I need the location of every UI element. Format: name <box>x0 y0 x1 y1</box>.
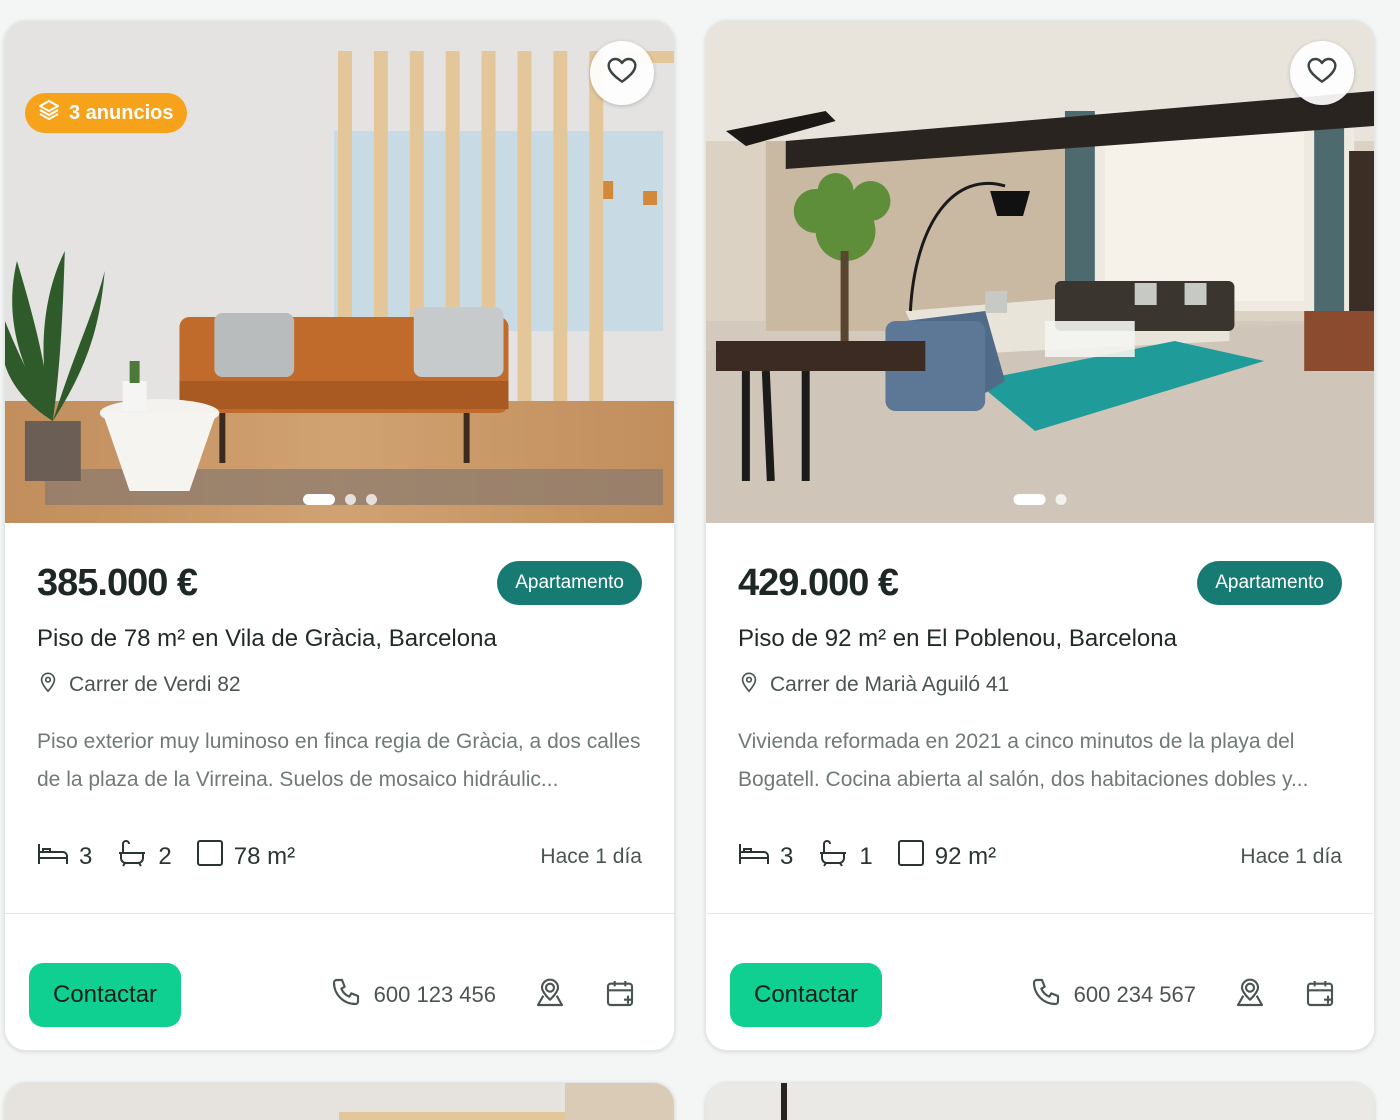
layers-icon <box>37 98 61 128</box>
heart-outline-icon <box>1306 55 1338 91</box>
card-footer: Contactar 600 123 456 <box>29 963 650 1027</box>
bathtub-icon <box>116 839 148 874</box>
favorite-button[interactable] <box>590 41 654 105</box>
phone-number: 600 234 567 <box>1073 982 1196 1007</box>
property-type-badge: Apartamento <box>1197 561 1342 605</box>
listing-description: Piso exterior muy luminoso en finca regi… <box>37 730 641 791</box>
bedrooms-count: 3 <box>780 842 794 870</box>
phone-number: 600 123 456 <box>373 982 496 1007</box>
listings-count-badge: 3 anuncios <box>25 93 188 133</box>
favorite-button[interactable] <box>1290 41 1354 105</box>
listing-card[interactable]: 3 anuncios 385.000 € Apartamento Piso de… <box>4 20 675 1051</box>
bedrooms-count: 3 <box>79 842 93 870</box>
bathrooms-count: 2 <box>158 842 172 870</box>
address-text: Carrer de Marià Aguiló 41 <box>770 673 1010 696</box>
view-on-map-button[interactable] <box>534 977 566 1013</box>
pagination-dot[interactable] <box>344 494 356 505</box>
pagination-dot[interactable] <box>1013 494 1046 505</box>
badge-label: 3 anuncios <box>69 101 174 124</box>
living-room-photo <box>706 21 1374 523</box>
listing-age: Hace 1 día <box>1240 844 1342 868</box>
area-feature: 92 m² <box>897 839 996 874</box>
square-icon <box>897 839 925 874</box>
bathrooms-feature: 2 <box>116 839 172 874</box>
photo-pagination <box>1013 494 1067 505</box>
bedrooms-feature: 3 <box>37 840 92 873</box>
listing-photo <box>5 1083 674 1120</box>
calendar-plus-icon <box>604 977 636 1013</box>
contact-button[interactable]: Contactar <box>29 963 182 1027</box>
listing-description: Vivienda reformada en 2021 a cinco minut… <box>738 730 1309 791</box>
listing-card[interactable] <box>4 1082 675 1120</box>
card-footer: Contactar 600 234 567 <box>730 963 1350 1027</box>
heart-outline-icon <box>606 55 638 91</box>
listing-features: 3 1 92 m² Hace 1 día <box>738 839 1342 874</box>
phone-link[interactable]: 600 234 567 <box>1030 976 1196 1014</box>
pagination-dot[interactable] <box>302 494 335 505</box>
listing-address: Carrer de Marià Aguiló 41 <box>738 671 1342 699</box>
property-type-badge: Apartamento <box>497 561 642 605</box>
listing-photo <box>706 1083 1374 1120</box>
card-divider <box>706 913 1374 914</box>
listing-card[interactable] <box>705 1082 1375 1120</box>
contact-button[interactable]: Contactar <box>730 963 883 1027</box>
listing-title[interactable]: Piso de 78 m² en Vila de Gràcia, Barcelo… <box>37 625 642 653</box>
listing-features: 3 2 78 m² Hace 1 día <box>37 839 642 874</box>
listing-address: Carrer de Verdi 82 <box>37 671 642 699</box>
map-pin-icon <box>738 671 760 699</box>
listing-photo[interactable] <box>706 21 1374 523</box>
map-user-icon <box>1234 977 1266 1013</box>
bedrooms-feature: 3 <box>738 840 793 873</box>
area-value: 92 m² <box>934 842 997 870</box>
listing-card[interactable]: 429.000 € Apartamento Piso de 92 m² en E… <box>705 20 1375 1051</box>
area-value: 78 m² <box>233 842 296 870</box>
listing-price: 385.000 € <box>37 561 198 604</box>
view-on-map-button[interactable] <box>1234 977 1266 1013</box>
bathrooms-count: 1 <box>859 842 873 870</box>
pagination-dot[interactable] <box>365 494 377 505</box>
photo-pagination <box>302 494 377 505</box>
phone-icon <box>1030 976 1062 1014</box>
listing-photo[interactable]: 3 anuncios <box>5 21 674 523</box>
bathtub-icon <box>817 839 849 874</box>
square-icon <box>196 839 224 874</box>
bed-icon <box>738 840 770 873</box>
listing-price: 429.000 € <box>738 561 899 604</box>
calendar-plus-icon <box>1304 977 1336 1013</box>
phone-icon <box>330 976 362 1014</box>
pagination-dot[interactable] <box>1055 494 1067 505</box>
schedule-visit-button[interactable] <box>604 977 636 1013</box>
listing-title[interactable]: Piso de 92 m² en El Poblenou, Barcelona <box>738 625 1342 653</box>
phone-link[interactable]: 600 123 456 <box>330 976 496 1014</box>
listing-age: Hace 1 día <box>540 844 642 868</box>
map-user-icon <box>534 977 566 1013</box>
address-text: Carrer de Verdi 82 <box>69 673 241 696</box>
map-pin-icon <box>37 671 59 699</box>
area-feature: 78 m² <box>196 839 295 874</box>
schedule-visit-button[interactable] <box>1304 977 1336 1013</box>
bathrooms-feature: 1 <box>817 839 873 874</box>
card-divider <box>5 913 674 914</box>
bed-icon <box>37 840 69 873</box>
